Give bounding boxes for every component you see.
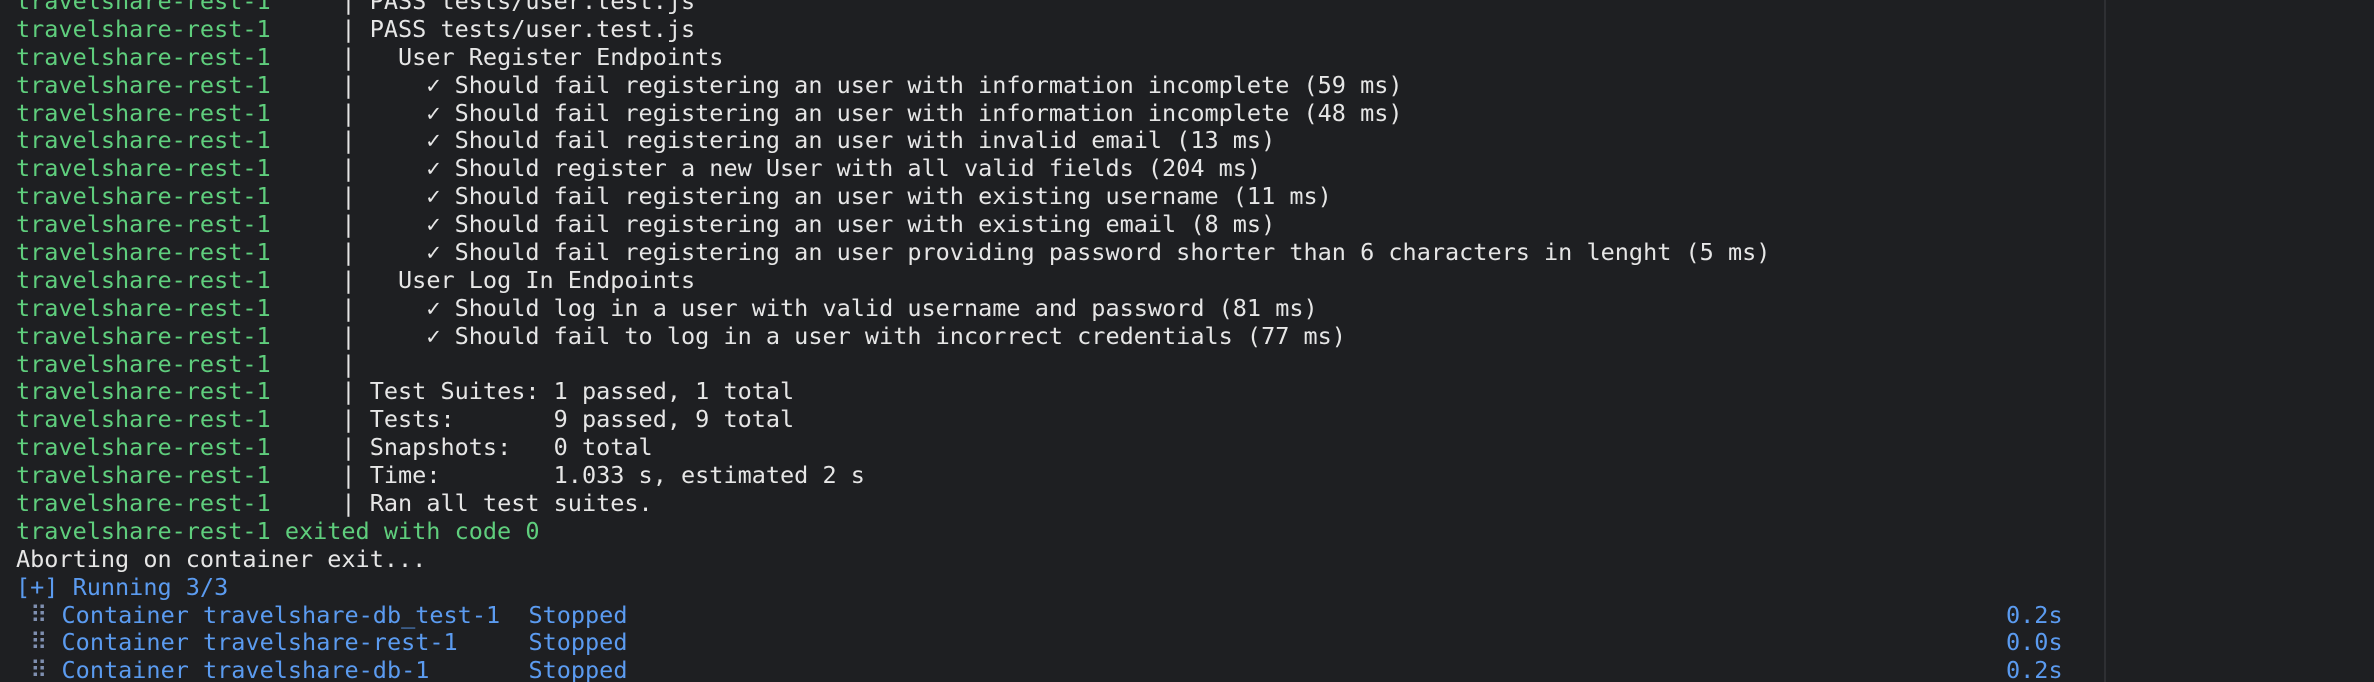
log-text: Test Suites: 1 passed, 1 total [369, 377, 795, 406]
pipe-separator: | [341, 154, 356, 183]
log-line: travelshare-rest-1 | User Register Endpo… [16, 42, 2374, 72]
service-prefix: travelshare-rest-1 [16, 182, 271, 211]
log-line: travelshare-rest-1 | Time: 1.033 s, esti… [16, 461, 2374, 490]
service-prefix: travelshare-rest-1 [16, 70, 271, 99]
abort-line: Aborting on container exit... [16, 544, 427, 573]
log-text: ✓ Should fail to log in a user with inco… [369, 321, 1346, 350]
pipe-separator: | [341, 321, 356, 350]
service-prefix: travelshare-rest-1 [16, 154, 271, 183]
container-name: Container travelshare-rest-1 [61, 628, 515, 657]
container-name: Container travelshare-db_test-1 [61, 600, 515, 629]
service-prefix: travelshare-rest-1 [16, 321, 271, 350]
pipe-separator: | [341, 349, 356, 378]
log-line: travelshare-rest-1 | Tests: 9 passed, 9 … [16, 405, 2374, 434]
log-text: User Register Endpoints [369, 42, 724, 71]
terminal-window[interactable]: travelshare-rest-1 | PASS tests/user.tes… [0, 0, 2374, 682]
log-line: travelshare-rest-1 | ✓ Should fail regis… [16, 210, 2374, 239]
container-status: Stopped [528, 628, 628, 657]
service-prefix: travelshare-rest-1 [16, 126, 271, 155]
pipe-separator: | [341, 265, 356, 294]
log-text: ✓ Should fail registering an user with e… [369, 210, 1276, 239]
container-time: 0.2s [2006, 656, 2063, 682]
service-prefix: travelshare-rest-1 [16, 42, 271, 71]
container-status: Stopped [528, 656, 628, 682]
log-text: ✓ Should fail registering an user with e… [369, 182, 1332, 211]
pipe-separator: | [341, 293, 356, 322]
log-text: ✓ Should fail registering an user with i… [369, 126, 1276, 155]
log-text: PASS tests/user.test.js [369, 14, 696, 43]
service-prefix: travelshare-rest-1 [16, 265, 271, 294]
pipe-separator: | [341, 70, 356, 99]
pipe-separator: | [341, 377, 356, 406]
service-prefix: travelshare-rest-1 [16, 461, 271, 490]
log-text: PASS tests/user.test.js [369, 0, 696, 15]
log-line: travelshare-rest-1 | Ran all test suites… [16, 489, 2374, 518]
pipe-separator: | [341, 238, 356, 267]
log-text: ✓ Should register a new User with all va… [369, 154, 1262, 183]
log-line: travelshare-rest-1 | ✓ Should register a… [16, 154, 2374, 183]
log-line: travelshare-rest-1 | ✓ Should fail regis… [16, 98, 2374, 128]
pipe-separator: | [341, 461, 356, 490]
service-prefix: travelshare-rest-1 [16, 238, 271, 267]
container-row: ⠿ Container travelshare-rest-1 Stopped 0.… [16, 629, 2374, 657]
log-line: travelshare-rest-1 | ✓ Should fail regis… [16, 127, 2374, 155]
spinner-icon: ⠿ [30, 656, 48, 682]
log-line: travelshare-rest-1 | ✓ Should log in a u… [16, 293, 2374, 323]
pipe-separator: | [341, 126, 356, 155]
service-prefix: travelshare-rest-1 [16, 293, 271, 322]
log-text: ✓ Should fail registering an user with i… [369, 98, 1403, 127]
log-text: User Log In Endpoints [369, 265, 696, 294]
pipe-separator: | [341, 405, 356, 434]
log-line: travelshare-rest-1 | PASS tests/user.tes… [16, 14, 2374, 44]
log-line: travelshare-rest-1 | User Log In Endpoin… [16, 265, 2374, 295]
log-text: Tests: 9 passed, 9 total [369, 405, 795, 434]
pipe-separator: | [341, 182, 356, 211]
pipe-separator: | [341, 433, 356, 462]
running-line: [+] Running 3/3 [16, 572, 229, 601]
terminal-output: travelshare-rest-1 | PASS tests/user.tes… [16, 0, 2374, 682]
service-prefix: travelshare-rest-1 [16, 405, 271, 434]
container-status: Stopped [528, 600, 628, 629]
log-line: travelshare-rest-1 | Snapshots: 0 total [16, 433, 2374, 462]
log-line: travelshare-rest-1 | ✓ Should fail to lo… [16, 321, 2374, 351]
container-name: Container travelshare-db-1 [61, 656, 515, 682]
log-text: ✓ Should fail registering an user with i… [369, 70, 1403, 99]
service-prefix: travelshare-rest-1 [16, 14, 271, 43]
log-line: travelshare-rest-1 | ✓ Should fail regis… [16, 238, 2374, 267]
service-prefix: travelshare-rest-1 [16, 377, 271, 406]
log-line: travelshare-rest-1 | Test Suites: 1 pass… [16, 378, 2374, 406]
pipe-separator: | [341, 0, 356, 15]
log-line: travelshare-rest-1 | PASS tests/user.tes… [16, 0, 2374, 16]
pipe-separator: | [341, 98, 356, 127]
pipe-separator: | [341, 14, 356, 43]
spinner-icon: ⠿ [30, 600, 48, 629]
log-line: travelshare-rest-1 | ✓ Should fail regis… [16, 182, 2374, 211]
container-row: ⠿ Container travelshare-db_test-1 Stoppe… [16, 600, 2374, 630]
service-prefix: travelshare-rest-1 [16, 433, 271, 462]
container-time: 0.2s [2006, 600, 2063, 629]
service-prefix: travelshare-rest-1 [16, 489, 271, 518]
exit-line: travelshare-rest-1 exited with code 0 [16, 516, 540, 545]
pipe-separator: | [341, 42, 356, 71]
log-text: ✓ Should fail registering an user provid… [369, 238, 1771, 267]
log-line: travelshare-rest-1 | ✓ Should fail regis… [16, 70, 2374, 100]
spinner-icon: ⠿ [30, 628, 48, 657]
service-prefix: travelshare-rest-1 [16, 0, 271, 15]
pipe-separator: | [341, 489, 356, 518]
container-time: 0.0s [2006, 628, 2063, 657]
service-prefix: travelshare-rest-1 [16, 210, 271, 239]
log-text: Snapshots: 0 total [369, 433, 653, 462]
side-pane [2106, 0, 2374, 682]
log-text: Time: 1.033 s, estimated 2 s [369, 461, 865, 490]
service-prefix: travelshare-rest-1 [16, 349, 271, 378]
pipe-separator: | [341, 210, 356, 239]
log-text: ✓ Should log in a user with valid userna… [369, 293, 1318, 322]
log-text: Ran all test suites. [369, 489, 653, 518]
service-prefix: travelshare-rest-1 [16, 98, 271, 127]
log-line: travelshare-rest-1 | [16, 349, 2374, 379]
container-row: ⠿ Container travelshare-db-1 Stopped 0.2s [16, 656, 2374, 682]
